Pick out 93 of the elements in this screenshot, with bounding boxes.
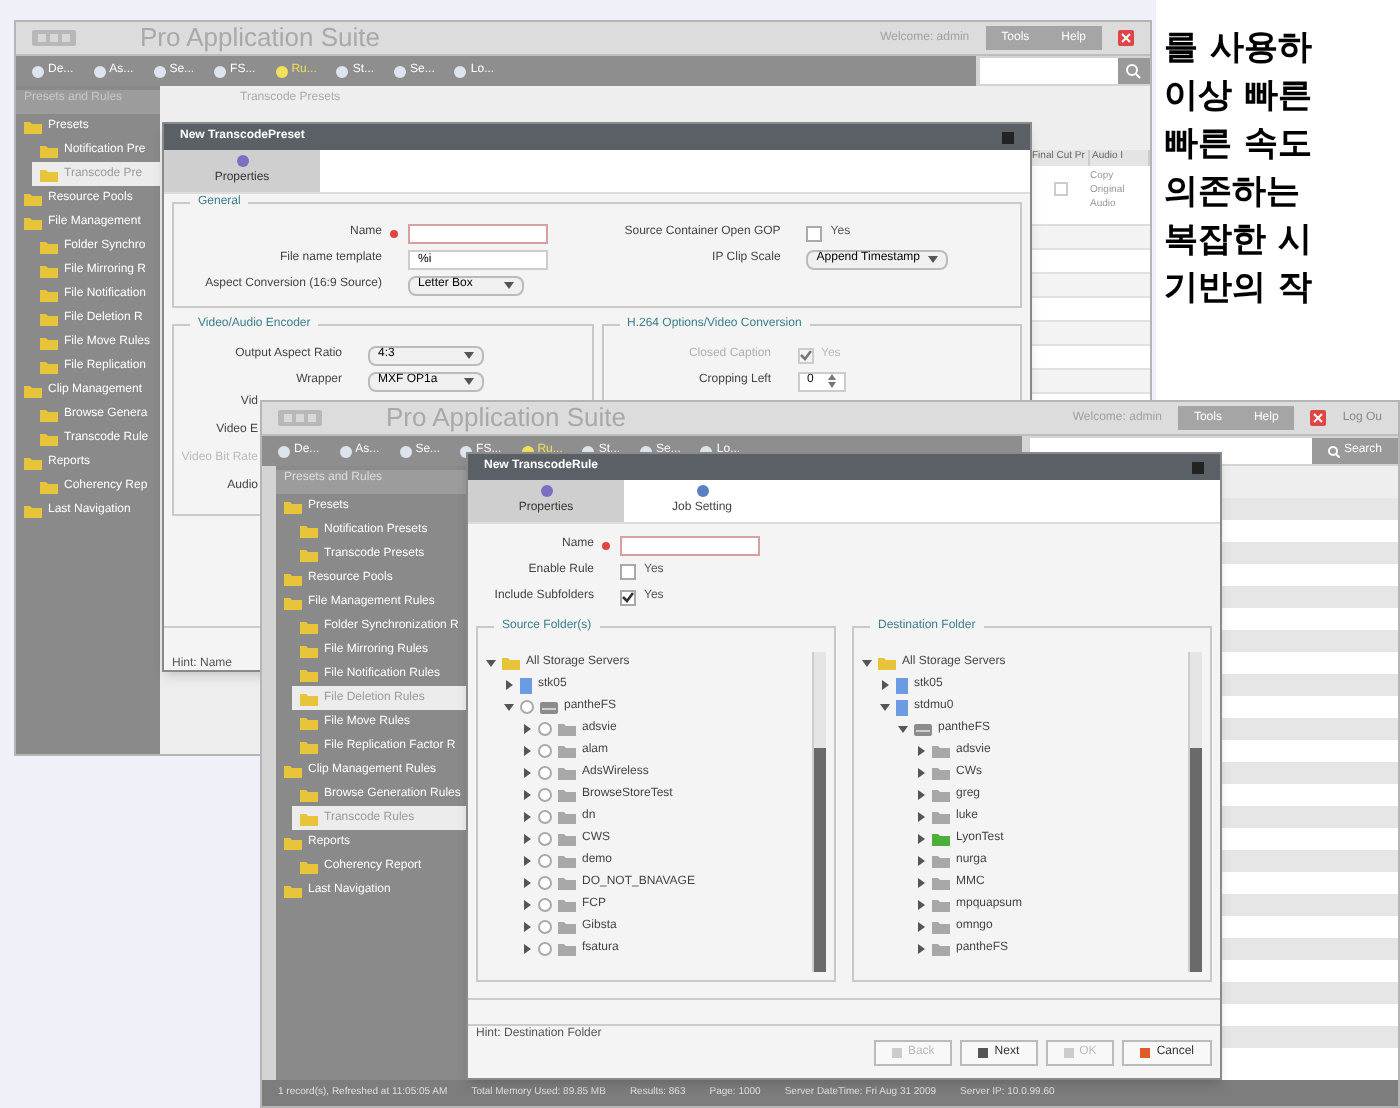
checkbox[interactable] [538,876,552,890]
scrollbar-thumb[interactable] [814,748,826,972]
text-field[interactable] [408,223,548,243]
expand-arrow-icon[interactable] [916,944,926,954]
dot-icon [539,484,553,498]
article-text: 의존하는 [1164,170,1302,216]
spinner-arrows-icon[interactable] [827,374,835,388]
dot-icon [275,65,288,77]
expand-arrow-icon[interactable] [916,878,926,888]
expand-arrow-icon[interactable] [898,724,908,734]
expand-arrow-icon[interactable] [522,724,532,734]
expand-arrow-icon[interactable] [916,834,926,844]
expand-arrow-icon[interactable] [880,680,890,690]
text-field[interactable] [620,535,760,555]
dot-icon [214,65,227,77]
checkbox[interactable] [538,920,552,934]
expand-arrow-icon[interactable] [916,922,926,932]
caret-icon [504,280,514,290]
expand-arrow-icon[interactable] [522,812,532,822]
dot-icon [278,445,290,457]
dot-icon [336,65,349,77]
expand-arrow-icon[interactable] [916,790,926,800]
checkbox[interactable] [538,744,552,758]
checkbox[interactable] [520,700,534,714]
dot-icon [32,65,44,77]
expand-arrow-icon[interactable] [504,680,514,690]
logo-icon [32,28,76,48]
search-icon [1327,445,1340,457]
drive-icon [540,700,558,714]
dot-icon [153,65,166,77]
expand-arrow-icon[interactable] [916,900,926,910]
close-icon[interactable] [1310,410,1327,426]
dot-icon [399,445,412,457]
caret-icon [928,254,938,264]
expand-arrow-icon[interactable] [522,878,532,888]
expand-arrow-icon[interactable] [522,922,532,932]
scrollbar-thumb[interactable] [1190,748,1202,972]
checkbox[interactable] [538,788,552,802]
dot-icon [235,154,249,168]
checkbox[interactable] [538,722,552,736]
article-text: 이상 빠른 [1164,74,1314,120]
checkbox[interactable] [806,225,823,241]
checkbox[interactable] [620,589,636,605]
checkbox[interactable] [538,942,552,956]
expand-arrow-icon[interactable] [522,746,532,756]
square-icon [891,1047,902,1057]
folder-icon [502,656,520,670]
expand-arrow-icon[interactable] [522,856,532,866]
checkbox[interactable] [538,766,552,780]
expand-arrow-icon[interactable] [522,900,532,910]
expand-arrow-icon[interactable] [522,834,532,844]
close-icon[interactable] [1192,461,1204,473]
search-field[interactable] [980,58,1118,84]
expand-arrow-icon[interactable] [522,768,532,778]
search-icon[interactable] [1118,58,1150,84]
scrollbar[interactable] [812,652,826,972]
square-icon [978,1047,989,1057]
close-icon[interactable] [1002,131,1014,143]
dot-icon [93,65,106,77]
expand-arrow-icon[interactable] [916,768,926,778]
expand-arrow-icon[interactable] [862,658,872,668]
article-text: 기반의 작 [1164,266,1314,312]
expand-arrow-icon[interactable] [916,746,926,756]
checkbox[interactable] [538,854,552,868]
expand-arrow-icon[interactable] [880,702,890,712]
dot-icon [339,445,352,457]
expand-arrow-icon[interactable] [486,658,496,668]
expand-arrow-icon[interactable] [504,702,514,712]
caret-icon [464,350,474,360]
checkbox[interactable] [538,898,552,912]
scrollbar[interactable] [1188,652,1202,972]
row-checkbox[interactable] [1053,181,1067,195]
square-icon [1140,1047,1151,1057]
caret-icon [464,376,474,386]
expand-arrow-icon[interactable] [522,944,532,954]
dot-icon [454,65,467,77]
expand-arrow-icon[interactable] [522,790,532,800]
checkbox[interactable] [620,563,636,579]
article-text: 를 사용하 [1164,26,1314,72]
article-text: 빠른 속도 [1164,122,1314,168]
dot-icon [695,484,709,498]
dot-icon [394,65,407,77]
server-icon [520,677,532,693]
article-text: 복잡한 시 [1164,218,1314,264]
expand-arrow-icon[interactable] [916,812,926,822]
square-icon [1063,1047,1074,1057]
logo-icon [278,408,322,428]
expand-arrow-icon[interactable] [916,856,926,866]
checkbox[interactable] [538,832,552,846]
drive-icon [914,722,932,736]
close-icon[interactable] [1118,30,1134,46]
checkbox[interactable] [538,810,552,824]
folder-icon [878,656,896,670]
